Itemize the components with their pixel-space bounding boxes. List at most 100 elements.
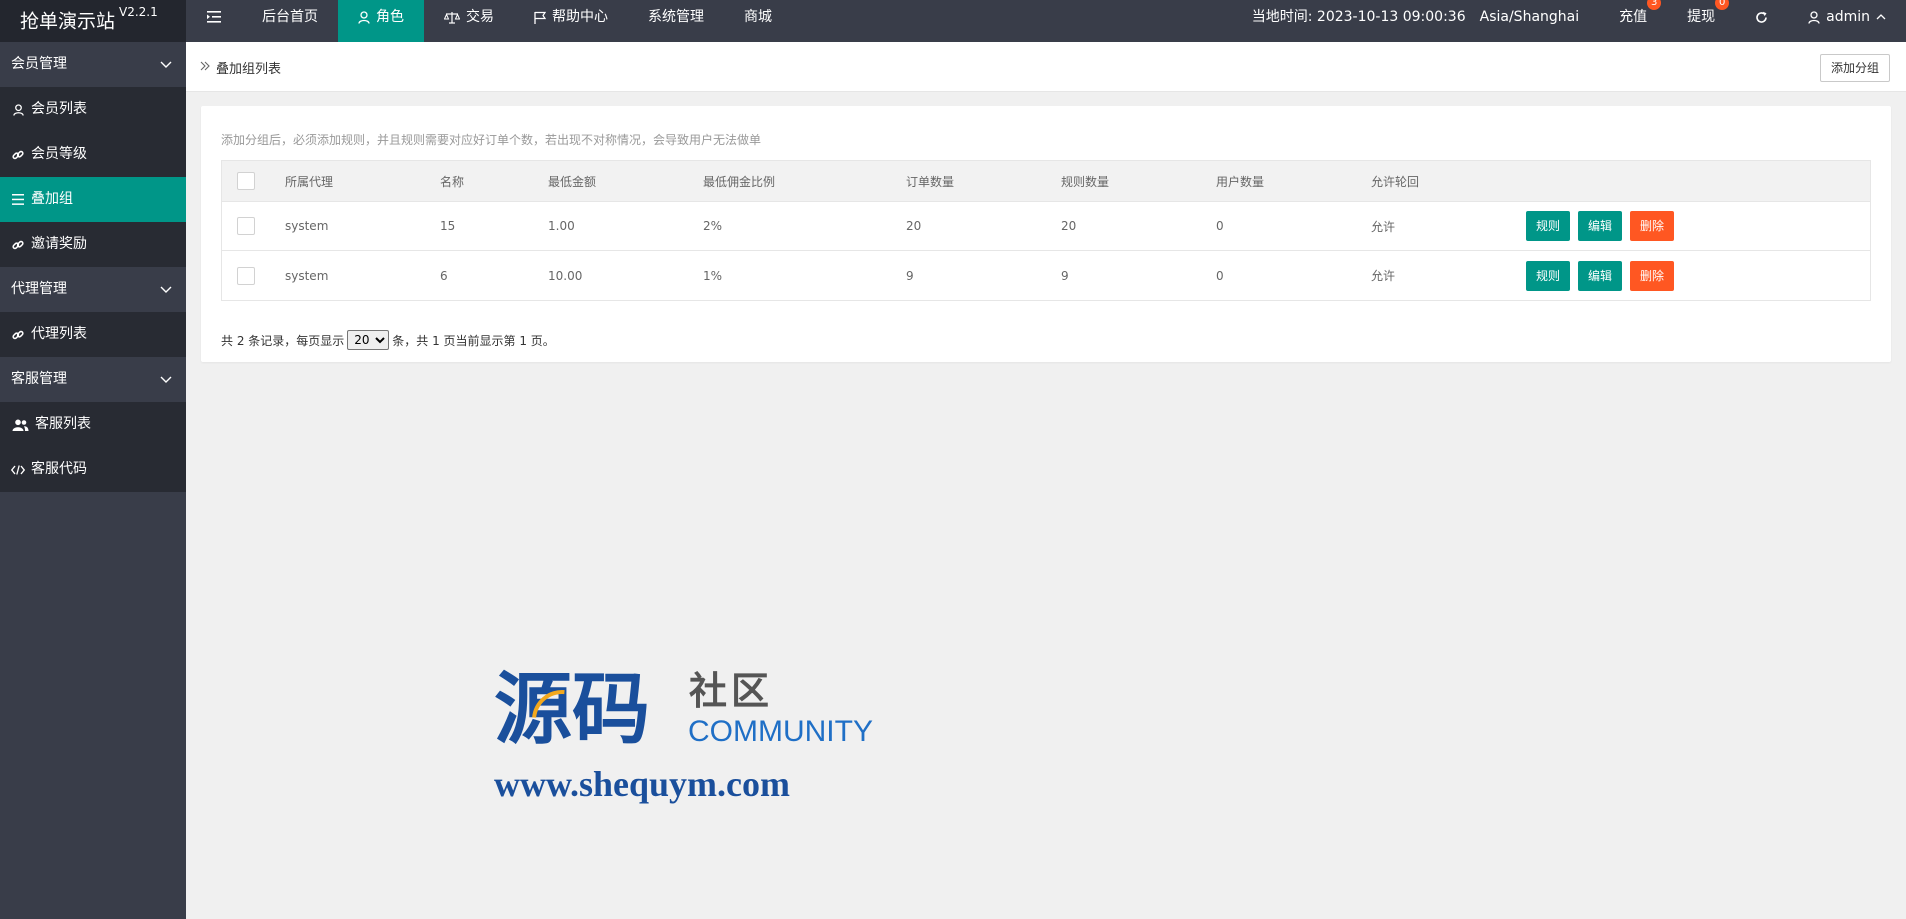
top-right-bar: 当地时间: 2023-10-13 09:00:36 Asia/Shanghai … <box>1232 0 1906 42</box>
nav-item-dashboard[interactable]: 后台首页 <box>242 0 338 42</box>
sidebar-item-support-code[interactable]: 客服代码 <box>0 447 186 492</box>
nav-label: 商城 <box>744 9 772 25</box>
cell-rules: 20 <box>1061 219 1077 233</box>
cell-loop: 允许 <box>1371 219 1396 234</box>
nav-item-role[interactable]: 角色 <box>338 0 424 42</box>
withdraw-button[interactable]: 提现 0 <box>1667 0 1735 42</box>
cell-agent: system <box>285 268 329 283</box>
app-title: 抢单演示站 <box>20 10 116 33</box>
sidebar-group-members[interactable]: 会员管理 <box>0 42 186 87</box>
content-card: 添加分组后，必须添加规则，并且规则需要对应好订单个数，若出现不对称情况，会导致用… <box>201 106 1891 362</box>
sidebar-group-agents[interactable]: 代理管理 <box>0 267 186 312</box>
cell-min-amount: 10.00 <box>548 268 583 283</box>
link-icon <box>11 239 25 251</box>
page-size-select[interactable]: 20 <box>347 330 390 350</box>
chevron-down-icon <box>160 357 172 402</box>
menu-toggle-icon <box>207 0 221 34</box>
nav-label: 交易 <box>466 9 494 25</box>
pager-prefix: 共 2 条记录，每页显示 <box>221 333 345 348</box>
top-header: 抢单演示站 V2.2.1 后台首页 角色 交易 帮助中心 系统管理 商城 当地时… <box>0 0 1906 42</box>
watermark-logo: 源码 社区 COMMUNITY www.shequym.com <box>494 668 894 808</box>
cell-min-commission: 1% <box>703 268 723 283</box>
sidebar-item-label: 客服代码 <box>31 461 87 477</box>
col-header: 最低金额 <box>548 174 597 189</box>
cell-name: 15 <box>440 219 456 233</box>
nav-label: 帮助中心 <box>552 9 608 25</box>
breadcrumb-bar: 叠加组列表 添加分组 <box>186 42 1906 92</box>
app-logo[interactable]: 抢单演示站 V2.2.1 <box>0 0 186 42</box>
sidebar-item-member-list[interactable]: 会员列表 <box>0 87 186 132</box>
select-all-checkbox[interactable] <box>237 172 255 190</box>
withdraw-badge: 0 <box>1715 0 1730 10</box>
add-group-button[interactable]: 添加分组 <box>1819 54 1890 82</box>
user-menu[interactable]: admin <box>1788 0 1906 42</box>
nav-item-trade[interactable]: 交易 <box>424 0 514 42</box>
cell-users: 0 <box>1216 268 1224 283</box>
col-header: 最低佣金比例 <box>703 174 776 189</box>
cell-name: 6 <box>440 268 448 283</box>
col-header: 订单数量 <box>906 174 955 189</box>
watermark-url: www.shequym.com <box>494 764 791 804</box>
cell-loop: 允许 <box>1371 269 1396 283</box>
list-icon <box>11 194 25 205</box>
rule-button[interactable]: 规则 <box>1526 260 1571 291</box>
delete-button[interactable]: 删除 <box>1630 260 1675 291</box>
user-icon <box>1808 0 1820 34</box>
link-icon <box>11 329 25 341</box>
sidebar-item-label: 客服列表 <box>35 416 91 432</box>
nav-label: 角色 <box>376 9 404 25</box>
sidebar-item-member-level[interactable]: 会员等级 <box>0 132 186 177</box>
sidebar-item-support-list[interactable]: 客服列表 <box>0 402 186 447</box>
timezone-label: Asia/Shanghai <box>1479 9 1580 25</box>
sidebar-item-label: 邀请奖励 <box>31 236 87 252</box>
delete-button[interactable]: 删除 <box>1630 211 1675 241</box>
code-icon <box>11 464 25 475</box>
flag-icon <box>534 0 546 34</box>
row-actions: 规则 编辑 删除 <box>1526 260 1870 291</box>
col-header: 所属代理 <box>285 174 334 189</box>
cell-rules: 9 <box>1061 268 1069 283</box>
row-checkbox[interactable] <box>237 217 255 235</box>
main-content: 叠加组列表 添加分组 添加分组后，必须添加规则，并且规则需要对应好订单个数，若出… <box>186 42 1906 919</box>
table-header-row: 所属代理 名称 最低金额 最低佣金比例 订单数量 规则数量 用户数量 允许轮回 <box>222 161 1870 202</box>
nav-item-system[interactable]: 系统管理 <box>628 0 724 42</box>
sidebar-item-stack-group[interactable]: 叠加组 <box>0 177 186 222</box>
col-header: 规则数量 <box>1061 174 1110 189</box>
sidebar-item-label: 代理列表 <box>31 326 87 342</box>
watermark-community-text: COMMUNITY <box>688 715 873 748</box>
cell-orders: 20 <box>906 219 922 233</box>
sidebar-item-invite-reward[interactable]: 邀请奖励 <box>0 222 186 267</box>
recharge-button[interactable]: 充值 3 <box>1599 0 1667 42</box>
edit-button[interactable]: 编辑 <box>1578 260 1623 291</box>
withdraw-label: 提现 <box>1687 9 1716 25</box>
sidebar-item-label: 会员列表 <box>31 101 87 117</box>
table-row: system 15 1.00 2% 20 20 0 允许 规则 编辑 删除 <box>222 202 1870 251</box>
chevron-down-icon <box>160 42 172 87</box>
edit-button[interactable]: 编辑 <box>1578 211 1623 241</box>
refresh-icon <box>1755 0 1768 34</box>
table-row: system 6 10.00 1% 9 9 0 允许 规则 编辑 删除 <box>222 251 1870 300</box>
refresh-button[interactable] <box>1735 0 1788 42</box>
link-icon <box>11 149 25 161</box>
user-name: admin <box>1826 9 1870 25</box>
sidebar-group-label: 客服管理 <box>11 371 67 387</box>
time-label: 当地时间: 2023-10-13 09:00:36 <box>1251 9 1466 25</box>
notice-text: 添加分组后，必须添加规则，并且规则需要对应好订单个数，若出现不对称情况，会导致用… <box>221 133 762 147</box>
col-header: 允许轮回 <box>1371 174 1420 189</box>
menu-toggle-button[interactable] <box>186 0 242 42</box>
sidebar: 会员管理 会员列表 会员等级 叠加组 邀请奖励 代理管理 代理列表 客服管理 客… <box>0 42 186 919</box>
nav-item-help[interactable]: 帮助中心 <box>514 0 628 42</box>
local-time: 当地时间: 2023-10-13 09:00:36 Asia/Shanghai <box>1232 0 1599 42</box>
sidebar-item-agent-list[interactable]: 代理列表 <box>0 312 186 357</box>
users-icon <box>11 419 29 431</box>
row-select-cell <box>222 266 285 285</box>
cell-orders: 9 <box>906 268 914 283</box>
sidebar-group-support[interactable]: 客服管理 <box>0 357 186 402</box>
nav-item-shop[interactable]: 商城 <box>724 0 792 42</box>
page-title: 叠加组列表 <box>216 61 282 77</box>
recharge-badge: 3 <box>1647 0 1662 10</box>
rule-button[interactable]: 规则 <box>1526 211 1571 241</box>
cell-min-commission: 2% <box>703 219 723 233</box>
row-checkbox[interactable] <box>237 266 255 285</box>
pagination-info: 共 2 条记录，每页显示 20 条，共 1 页当前显示第 1 页。 <box>221 330 555 350</box>
